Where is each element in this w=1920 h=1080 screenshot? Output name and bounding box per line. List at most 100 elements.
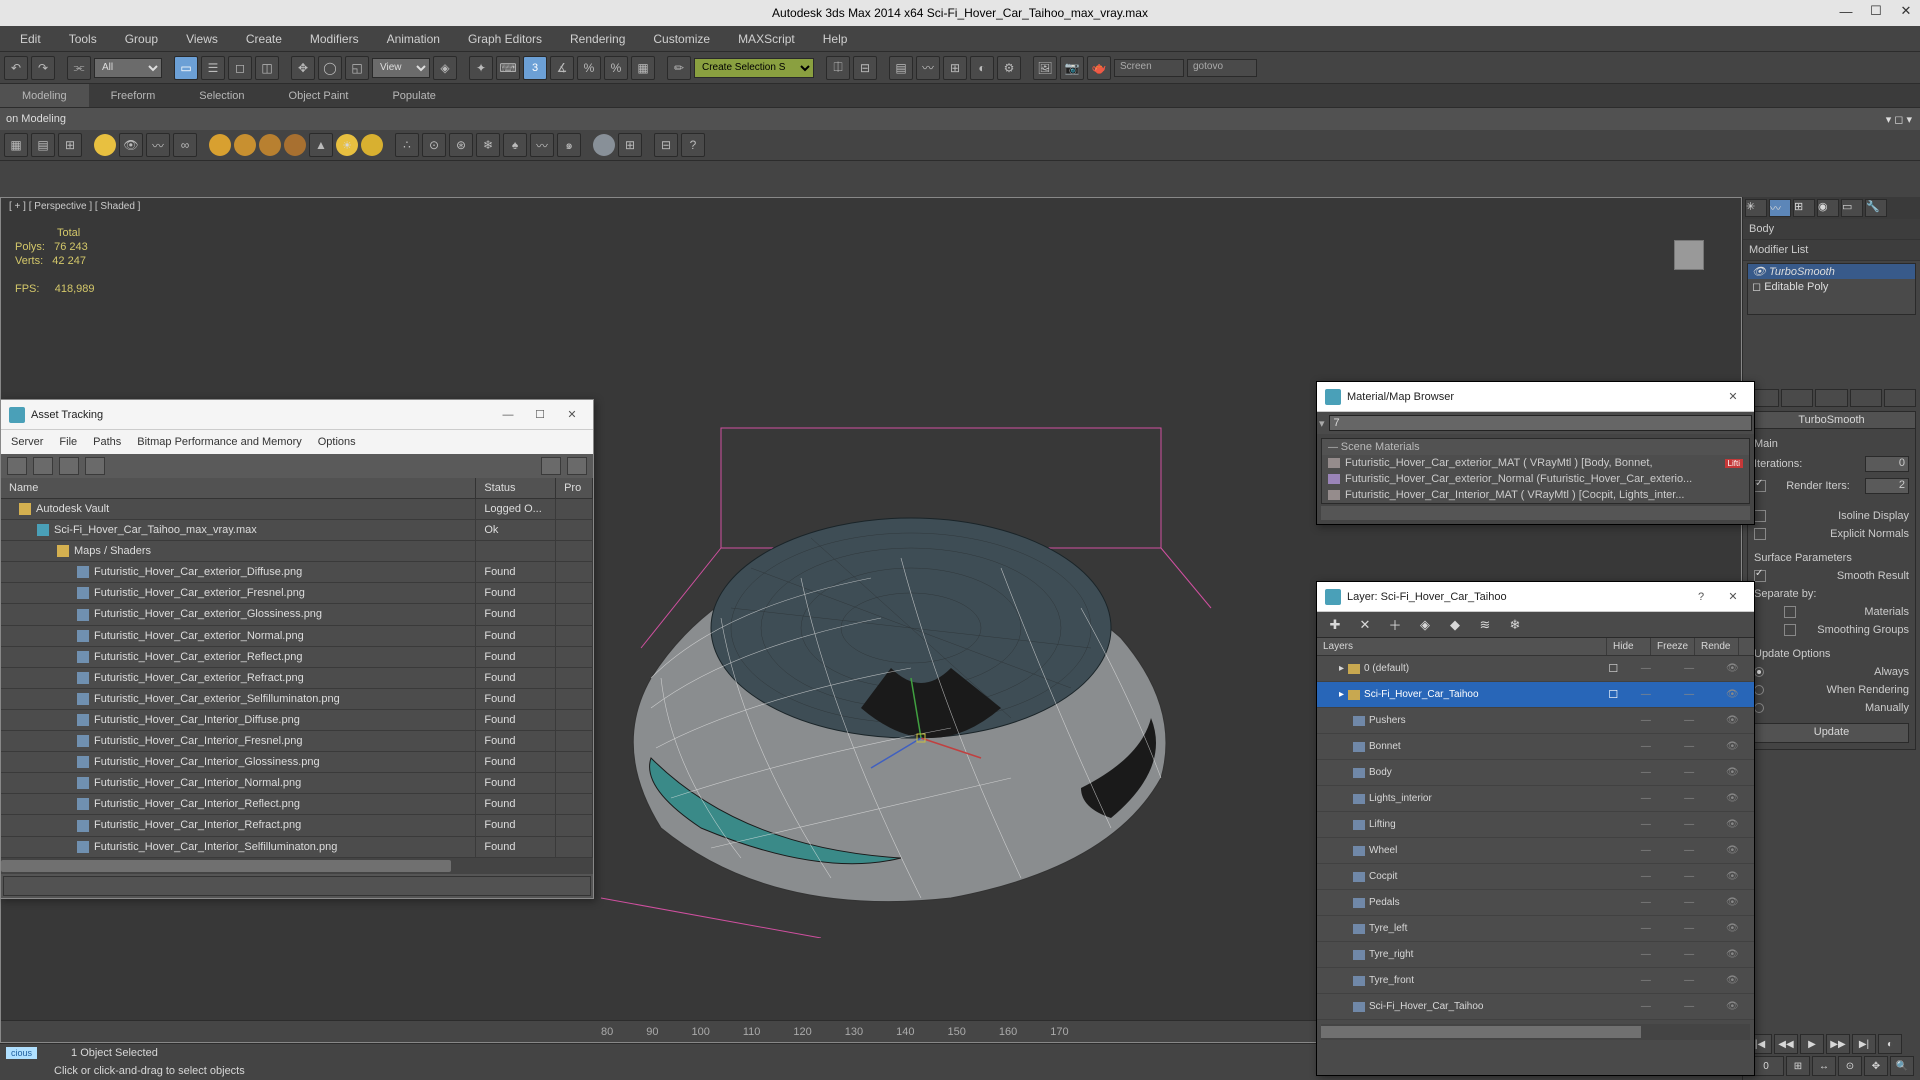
layer-row[interactable]: ▸ Sci-Fi_Hover_Car_Taihoo☐——👁 — [1317, 682, 1754, 708]
play-button[interactable]: ▶ — [1800, 1034, 1824, 1054]
undo-button[interactable]: ↶ — [4, 56, 28, 80]
modifier-stack[interactable]: 👁 TurboSmooth ◻ Editable Poly — [1747, 263, 1916, 315]
at-menu-paths[interactable]: Paths — [93, 436, 121, 448]
asset-row[interactable]: Sci-Fi_Hover_Car_Taihoo_max_vray.maxOk — [1, 520, 593, 541]
ribbon-tab-populate[interactable]: Populate — [370, 84, 457, 107]
rollout-header[interactable]: TurboSmooth — [1747, 411, 1916, 429]
at-minimize[interactable]: — — [495, 406, 521, 424]
next-frame-button[interactable]: ▶▶ — [1826, 1034, 1850, 1054]
asset-row[interactable]: Futuristic_Hover_Car_Interior_Refract.pn… — [1, 815, 593, 836]
upd-always-radio[interactable] — [1754, 667, 1764, 677]
layer-row[interactable]: Bonnet——👁 — [1317, 734, 1754, 760]
at-col-pro[interactable]: Pro — [556, 478, 593, 498]
at-menu-server[interactable]: Server — [11, 436, 43, 448]
render-setup-button[interactable]: ⚙ — [997, 56, 1021, 80]
at-tool-b[interactable] — [567, 457, 587, 475]
layer-row[interactable]: Lights_interior——👁 — [1317, 786, 1754, 812]
nav1-button[interactable]: ↔ — [1812, 1056, 1836, 1076]
at-col-name[interactable]: Name — [1, 478, 476, 498]
lp-col-render[interactable]: Rende — [1695, 638, 1739, 655]
grid-icon[interactable]: ▤ — [31, 133, 55, 157]
prev-frame-button[interactable]: ◀◀ — [1774, 1034, 1798, 1054]
grass-icon[interactable]: ♠ — [503, 133, 527, 157]
sound-icon[interactable]: 〰 — [146, 133, 170, 157]
smooth-result-check[interactable] — [1754, 570, 1766, 582]
motion-tab[interactable]: ◉ — [1817, 199, 1839, 217]
at-refresh-button[interactable] — [7, 457, 27, 475]
layer-row[interactable]: Body——👁 — [1317, 760, 1754, 786]
layer-manager-button[interactable]: ▤ — [889, 56, 913, 80]
spinner-snap[interactable]: % — [604, 56, 628, 80]
display-tab[interactable]: ▭ — [1841, 199, 1863, 217]
links-icon[interactable]: ∞ — [173, 133, 197, 157]
asset-row[interactable]: Futuristic_Hover_Car_Interior_Selfillumi… — [1, 837, 593, 858]
render-iter-check[interactable] — [1754, 480, 1766, 492]
update-button[interactable]: Update — [1754, 723, 1909, 743]
sphere2-icon[interactable] — [234, 134, 256, 156]
ribbon-tab-freeform[interactable]: Freeform — [89, 84, 178, 107]
globe-icon[interactable] — [593, 134, 615, 156]
move-button[interactable]: ✥ — [291, 56, 315, 80]
align-button[interactable]: ⊟ — [853, 56, 877, 80]
asset-row[interactable]: Futuristic_Hover_Car_exterior_Diffuse.pn… — [1, 562, 593, 583]
key-mode-button[interactable]: ◐ — [1878, 1034, 1902, 1054]
script-tag[interactable]: cious — [6, 1047, 37, 1059]
at-menu-file[interactable]: File — [59, 436, 77, 448]
lp-col-hide[interactable]: Hide — [1607, 638, 1651, 655]
layer-titlebar[interactable]: Layer: Sci-Fi_Hover_Car_Taihoo ?✕ — [1317, 582, 1754, 612]
lp-add-sel[interactable]: ＋ — [1385, 615, 1405, 635]
eye-icon[interactable]: 👁 — [119, 133, 143, 157]
layer-row[interactable]: Tyre_right——👁 — [1317, 942, 1754, 968]
at-menu-options[interactable]: Options — [318, 436, 356, 448]
column-icon[interactable]: ⊟ — [654, 133, 678, 157]
particles-icon[interactable]: ∴ — [395, 133, 419, 157]
menu-customize[interactable]: Customize — [639, 28, 724, 50]
asset-row[interactable]: Futuristic_Hover_Car_exterior_Glossiness… — [1, 604, 593, 625]
nav3-button[interactable]: ✥ — [1864, 1056, 1888, 1076]
at-maximize[interactable]: ☐ — [527, 406, 553, 424]
time-config-button[interactable]: ⊞ — [1786, 1056, 1810, 1076]
lp-help[interactable]: ? — [1688, 588, 1714, 606]
layer-row[interactable]: Tyre_front——👁 — [1317, 968, 1754, 994]
maximize-button[interactable]: ☐ — [1866, 2, 1886, 20]
asset-grid[interactable]: Name Status Pro Autodesk VaultLogged O..… — [1, 478, 593, 858]
help-icon[interactable]: ? — [681, 133, 705, 157]
asset-row[interactable]: Futuristic_Hover_Car_Interior_Reflect.pn… — [1, 794, 593, 815]
link-button[interactable]: ⫘ — [67, 56, 91, 80]
isoline-check[interactable] — [1754, 510, 1766, 522]
wind-icon[interactable]: 〰 — [530, 133, 554, 157]
asset-row[interactable]: Futuristic_Hover_Car_exterior_Reflect.pn… — [1, 647, 593, 668]
asset-row[interactable]: Futuristic_Hover_Car_exterior_Normal.png… — [1, 626, 593, 647]
teapot-icon[interactable]: 🫖 — [1087, 56, 1111, 80]
mb-section-header[interactable]: — Scene Materials — [1322, 439, 1749, 455]
modify-tab[interactable]: 〰 — [1769, 199, 1791, 217]
lp-col-layers[interactable]: Layers — [1317, 638, 1607, 655]
remove-mod-button[interactable] — [1850, 389, 1882, 407]
render-preset[interactable]: Screen — [1114, 59, 1184, 77]
manipulate-button[interactable]: ✦ — [469, 56, 493, 80]
menu-modifiers[interactable]: Modifiers — [296, 28, 373, 50]
layer-grid[interactable]: Layers Hide Freeze Rende ▸ 0 (default)☐—… — [1317, 638, 1754, 1020]
selection-filter[interactable]: All — [94, 58, 162, 78]
sphere5-icon[interactable] — [361, 134, 383, 156]
lp-highlight-sel[interactable]: ◆ — [1445, 615, 1465, 635]
snow-icon[interactable]: ❄ — [476, 133, 500, 157]
asset-row[interactable]: Futuristic_Hover_Car_Interior_Glossiness… — [1, 752, 593, 773]
utilities-tab[interactable]: 🔧 — [1865, 199, 1887, 217]
mb-options-icon[interactable]: ▾ — [1319, 417, 1325, 430]
box-icon[interactable]: ▦ — [4, 133, 28, 157]
sphere4-icon[interactable] — [284, 134, 306, 156]
redo-button[interactable]: ↷ — [31, 56, 55, 80]
menu-tools[interactable]: Tools — [55, 28, 111, 50]
menu-create[interactable]: Create — [232, 28, 296, 50]
menu-help[interactable]: Help — [809, 28, 862, 50]
light-icon[interactable] — [94, 134, 116, 156]
create-tab[interactable]: ✳ — [1745, 199, 1767, 217]
sep-materials-check[interactable] — [1784, 606, 1796, 618]
edged-faces-button[interactable]: ▦ — [631, 56, 655, 80]
cone-icon[interactable]: ▲ — [309, 133, 333, 157]
at-list-button[interactable] — [59, 457, 79, 475]
at-col-status[interactable]: Status — [476, 478, 556, 498]
at-table-button[interactable] — [85, 457, 105, 475]
table-icon[interactable]: ⊞ — [58, 133, 82, 157]
